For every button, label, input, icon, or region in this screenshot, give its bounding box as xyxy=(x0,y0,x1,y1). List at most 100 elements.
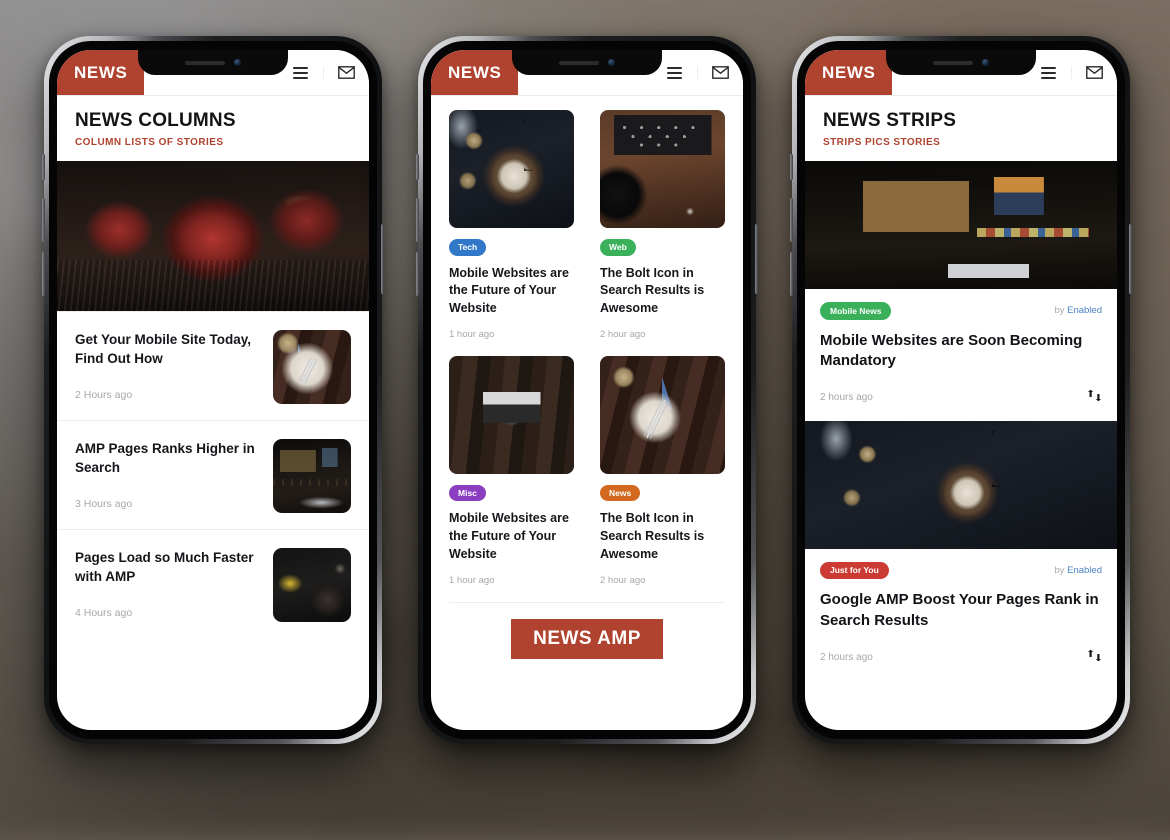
card-title: Mobile Websites are the Future of Your W… xyxy=(449,511,569,561)
card-timestamp: 1 hour ago xyxy=(449,328,495,340)
strip-title: Google AMP Boost Your Pages Rank in Sear… xyxy=(820,591,1099,630)
category-badge[interactable]: News xyxy=(600,484,641,502)
byline-prefix: by xyxy=(1054,565,1065,577)
earpiece-speaker xyxy=(933,60,973,65)
card-timestamp: 1 hour ago xyxy=(449,574,495,586)
strip-meta-row: Just for You by Enabled xyxy=(820,561,1102,580)
card-image xyxy=(600,355,725,474)
category-badge[interactable]: Web xyxy=(600,239,636,256)
list-item-thumbnail xyxy=(273,548,351,622)
strip-title: Mobile Websites are Soon Becoming Mandat… xyxy=(820,331,1083,370)
category-badge[interactable]: Mobile News xyxy=(820,302,892,320)
byline-author[interactable]: Enabled xyxy=(1067,565,1102,576)
page-header: NEWS COLUMNS COLUMN LISTS OF STORIES xyxy=(57,96,369,161)
list-item-title: Get Your Mobile Site Today, Find Out How xyxy=(75,332,252,367)
grid-card[interactable]: Misc Mobile Websites are the Future of Y… xyxy=(449,355,574,602)
card-grid: Tech Mobile Websites are the Future of Y… xyxy=(431,96,743,602)
earpiece-speaker xyxy=(185,60,225,65)
category-badge[interactable]: Tech xyxy=(449,239,487,256)
strip-footer: 2 hours ago xyxy=(820,649,1102,667)
brand-logo[interactable]: NEWS xyxy=(431,50,519,95)
earpiece-speaker xyxy=(559,60,599,65)
screen-columns: NEWS NEWS COLUMNS COLUMN LISTS OF STORIE… xyxy=(57,50,369,730)
list-item[interactable]: AMP Pages Ranks Higher in Search 3 Hours… xyxy=(57,421,369,529)
page-subtitle: STRIPS PICS STORIES xyxy=(823,137,941,148)
list-item-timestamp: 2 Hours ago xyxy=(75,389,133,402)
volume-down-button xyxy=(416,252,419,296)
volume-up-button xyxy=(790,198,793,242)
device-notch xyxy=(138,50,288,75)
mute-switch xyxy=(416,154,419,180)
grid-card[interactable]: News The Bolt Icon in Search Results is … xyxy=(600,355,725,602)
brand-logo[interactable]: NEWS xyxy=(57,50,145,95)
device-notch xyxy=(886,50,1036,75)
front-camera xyxy=(982,59,989,66)
list-item-thumbnail xyxy=(273,439,351,513)
power-button xyxy=(1129,224,1132,294)
phone-mockup-strips: NEWS NEWS STRIPS STRIPS PICS STORIES Mob… xyxy=(790,36,1132,744)
page-header: NEWS STRIPS STRIPS PICS STORIES xyxy=(805,96,1117,161)
strip-timestamp: 2 hours ago xyxy=(820,392,873,404)
mute-switch xyxy=(790,154,793,180)
volume-down-button xyxy=(42,252,45,296)
appbar-actions xyxy=(651,50,743,95)
power-button xyxy=(381,224,384,294)
footer: NEWS AMP xyxy=(431,603,743,659)
strip-meta-row: Mobile News by Enabled xyxy=(820,302,1102,320)
category-badge[interactable]: Misc xyxy=(449,484,486,502)
retweet-share-icon[interactable] xyxy=(1087,389,1102,407)
strip-image[interactable] xyxy=(805,420,1117,549)
strip-image[interactable] xyxy=(805,161,1117,289)
card-image xyxy=(600,110,725,228)
power-button xyxy=(755,224,758,294)
news-amp-button[interactable]: NEWS AMP xyxy=(511,618,663,659)
envelope-icon[interactable] xyxy=(1071,66,1117,79)
category-badge[interactable]: Just for You xyxy=(820,561,889,580)
mute-switch xyxy=(42,154,45,180)
envelope-icon[interactable] xyxy=(697,66,743,79)
strip-timestamp: 2 hours ago xyxy=(820,652,873,664)
appbar-actions xyxy=(277,50,369,95)
hero-image-strawberries[interactable] xyxy=(57,161,369,311)
phone-mockup-grid: NEWS Tech Mobile Websites are the Future… xyxy=(416,36,758,744)
byline: by Enabled xyxy=(1054,305,1102,316)
card-timestamp: 2 hour ago xyxy=(600,328,646,340)
screen-grid: NEWS Tech Mobile Websites are the Future… xyxy=(431,50,743,730)
card-title: The Bolt Icon in Search Results is Aweso… xyxy=(600,511,705,561)
card-image xyxy=(449,110,574,228)
front-camera xyxy=(608,59,615,66)
list-item-timestamp: 4 Hours ago xyxy=(75,607,133,620)
envelope-icon[interactable] xyxy=(323,66,369,79)
strip-card[interactable]: Just for You by Enabled Google AMP Boost… xyxy=(805,549,1117,681)
list-item-title: Pages Load so Much Faster with AMP xyxy=(75,550,254,585)
front-camera xyxy=(234,59,241,66)
card-title: The Bolt Icon in Search Results is Aweso… xyxy=(600,265,705,316)
screen-strips: NEWS NEWS STRIPS STRIPS PICS STORIES Mob… xyxy=(805,50,1117,730)
list-item-timestamp: 3 Hours ago xyxy=(75,498,133,511)
list-item-title: AMP Pages Ranks Higher in Search xyxy=(75,441,255,476)
byline-author[interactable]: Enabled xyxy=(1067,305,1102,316)
card-image xyxy=(449,355,574,474)
byline: by Enabled xyxy=(1054,565,1102,576)
card-timestamp: 2 hour ago xyxy=(600,574,646,586)
list-item[interactable]: Get Your Mobile Site Today, Find Out How… xyxy=(57,312,369,420)
phone-mockup-columns: NEWS NEWS COLUMNS COLUMN LISTS OF STORIE… xyxy=(42,36,384,744)
page-title: NEWS STRIPS xyxy=(823,110,957,131)
grid-card[interactable]: Tech Mobile Websites are the Future of Y… xyxy=(449,110,574,356)
retweet-share-icon[interactable] xyxy=(1087,649,1102,667)
device-notch xyxy=(512,50,662,75)
volume-up-button xyxy=(42,198,45,242)
grid-card[interactable]: Web The Bolt Icon in Search Results is A… xyxy=(600,110,725,356)
volume-down-button xyxy=(790,252,793,296)
byline-prefix: by xyxy=(1054,305,1065,317)
list-item[interactable]: Pages Load so Much Faster with AMP 4 Hou… xyxy=(57,530,369,638)
volume-up-button xyxy=(416,198,419,242)
brand-logo[interactable]: NEWS xyxy=(805,50,893,95)
strip-card[interactable]: Mobile News by Enabled Mobile Websites a… xyxy=(805,289,1117,421)
list-item-thumbnail xyxy=(273,330,351,404)
card-title: Mobile Websites are the Future of Your W… xyxy=(449,265,569,316)
page-subtitle: COLUMN LISTS OF STORIES xyxy=(75,137,224,148)
page-title: NEWS COLUMNS xyxy=(75,110,236,131)
strip-footer: 2 hours ago xyxy=(820,389,1102,407)
appbar-actions xyxy=(1025,50,1117,95)
